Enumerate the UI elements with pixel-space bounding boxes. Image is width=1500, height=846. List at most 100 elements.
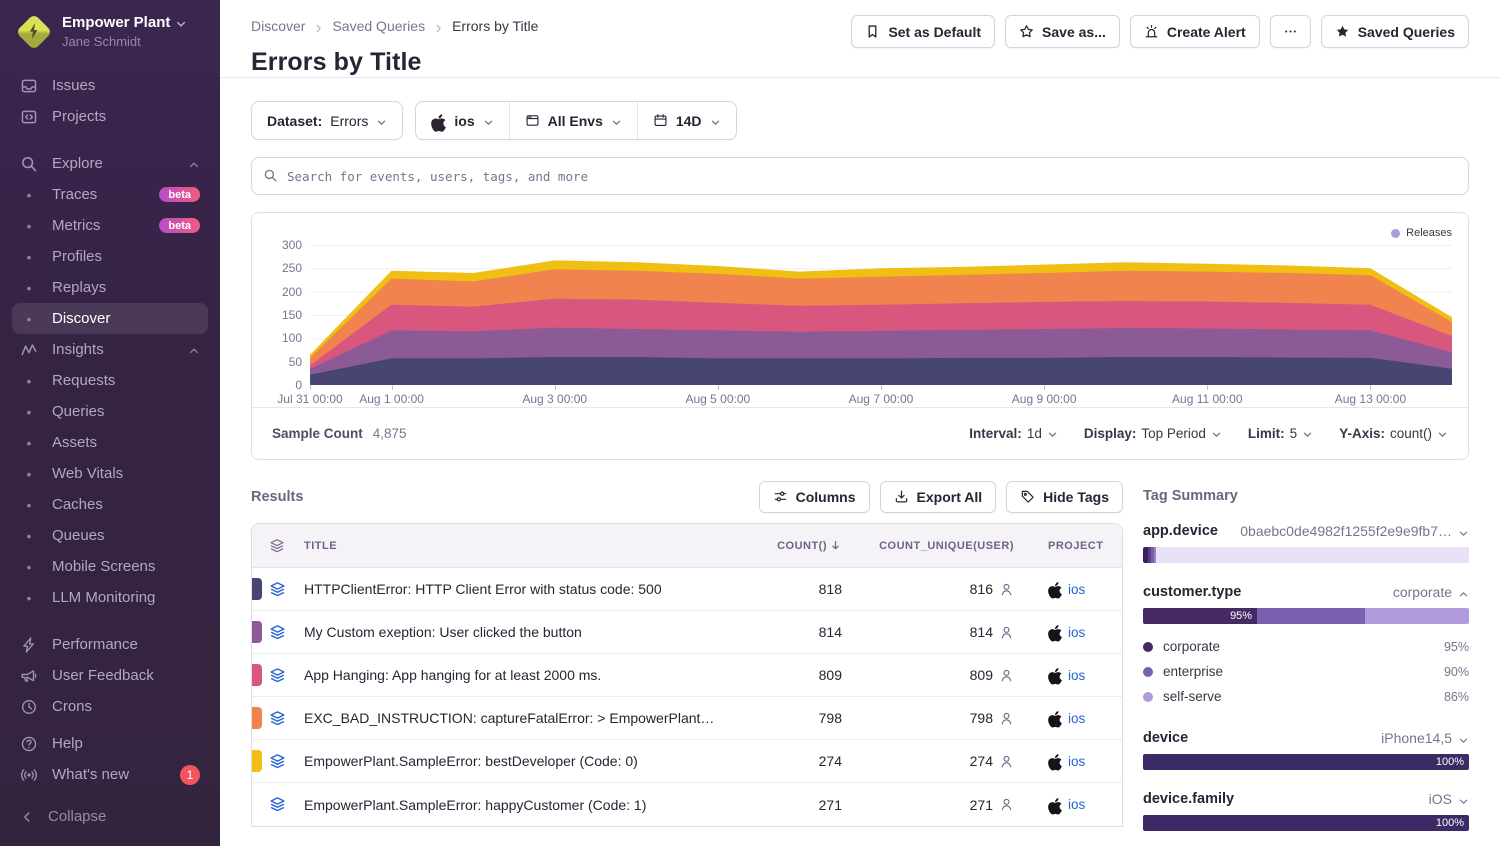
column-header-project[interactable]: PROJECT (1014, 540, 1122, 552)
sidebar-item-crons[interactable]: Crons (12, 691, 208, 722)
sidebar-item-insights[interactable]: Insights (12, 334, 208, 365)
sidebar-item-queries[interactable]: •Queries (12, 396, 208, 427)
project-link[interactable]: ios (1068, 797, 1085, 812)
sidebar-item-projects[interactable]: Projects (12, 101, 208, 132)
sidebar-item-replays[interactable]: •Replays (12, 272, 208, 303)
sidebar-item-label: Metrics (52, 217, 159, 234)
tag-section-header[interactable]: device.familyiOS (1143, 791, 1469, 807)
sidebar-item-queues[interactable]: •Queues (12, 520, 208, 551)
sidebar-item-assets[interactable]: •Assets (12, 427, 208, 458)
saved-queries-button[interactable]: Saved Queries (1321, 15, 1469, 48)
tag-section-header[interactable]: deviceiPhone14,5 (1143, 730, 1469, 746)
sidebar-item-web-vitals[interactable]: •Web Vitals (12, 458, 208, 489)
environment-filter-button[interactable]: All Envs (509, 102, 637, 139)
tag-distribution-bar[interactable]: 100% (1143, 815, 1469, 831)
sidebar-item-profiles[interactable]: •Profiles (12, 241, 208, 272)
sidebar-collapse-button[interactable]: Collapse (12, 801, 208, 832)
project-link[interactable]: ios (1068, 711, 1085, 726)
sidebar-nav: IssuesProjectsExplore•Tracesbeta•Metrics… (0, 66, 220, 793)
tag-legend-item[interactable]: enterprise90% (1143, 659, 1469, 684)
column-header-title[interactable]: TITLE (304, 540, 732, 552)
sidebar-item-what-s-new[interactable]: What's new1 (12, 759, 208, 790)
limit-dropdown[interactable]: Limit: 5 (1248, 426, 1313, 441)
releases-legend[interactable]: Releases (268, 225, 1452, 241)
date-range-filter-button[interactable]: 14D (637, 102, 736, 139)
sidebar-item-requests[interactable]: •Requests (12, 365, 208, 396)
sidebar-item-performance[interactable]: Performance (12, 629, 208, 660)
row-title[interactable]: EmpowerPlant.SampleError: happyCustomer … (304, 797, 732, 813)
set-as-default-button[interactable]: Set as Default (851, 15, 995, 48)
tag-section-header[interactable]: customer.typecorporate (1143, 584, 1469, 600)
window-icon (525, 113, 540, 128)
bullet-icon: • (20, 404, 38, 420)
breadcrumb-saved-queries[interactable]: Saved Queries (332, 18, 425, 34)
row-title[interactable]: HTTPClientError: HTTP Client Error with … (304, 581, 732, 597)
display-dropdown[interactable]: Display: Top Period (1084, 426, 1222, 441)
row-title[interactable]: EmpowerPlant.SampleError: bestDeveloper … (304, 753, 732, 769)
project-link[interactable]: ios (1068, 668, 1085, 683)
more-options-button[interactable] (1270, 15, 1311, 48)
project-link[interactable]: ios (1068, 754, 1085, 769)
count-unique-value: 274 (970, 753, 993, 769)
org-switcher[interactable]: Empower Plant Jane Schmidt (0, 0, 220, 66)
row-title[interactable]: My Custom exeption: User clicked the but… (304, 624, 732, 640)
project-filter-button[interactable]: ios (416, 102, 508, 139)
sidebar-item-discover[interactable]: •Discover (12, 303, 208, 334)
whats-new-icon (20, 766, 38, 784)
tag-legend-item[interactable]: corporate95% (1143, 634, 1469, 659)
table-row[interactable]: HTTPClientError: HTTP Client Error with … (252, 568, 1122, 611)
columns-icon (773, 489, 788, 504)
row-title[interactable]: EXC_BAD_INSTRUCTION: captureFatalError: … (304, 710, 732, 726)
table-row[interactable]: EmpowerPlant.SampleError: happyCustomer … (252, 783, 1122, 826)
tag-legend-item[interactable]: self-serve86% (1143, 684, 1469, 709)
hide-tags-label: Hide Tags (1043, 489, 1109, 505)
table-row[interactable]: EmpowerPlant.SampleError: bestDeveloper … (252, 740, 1122, 783)
columns-button[interactable]: Columns (759, 481, 870, 513)
sidebar-item-metrics[interactable]: •Metricsbeta (12, 210, 208, 241)
create-alert-button[interactable]: Create Alert (1130, 15, 1260, 48)
sidebar-item-issues[interactable]: Issues (12, 70, 208, 101)
hide-tags-button[interactable]: Hide Tags (1006, 481, 1123, 513)
tag-bar-segment (1156, 547, 1469, 563)
x-axis-tick (1044, 385, 1045, 390)
count-cell: 798 (819, 710, 842, 726)
project-link[interactable]: ios (1068, 582, 1085, 597)
table-row[interactable]: EXC_BAD_INSTRUCTION: captureFatalError: … (252, 697, 1122, 740)
sidebar-item-llm-monitoring[interactable]: •LLM Monitoring (12, 582, 208, 613)
table-row[interactable]: App Hanging: App hanging for at least 20… (252, 654, 1122, 697)
tag-name: device.family (1143, 791, 1234, 807)
y-axis-dropdown[interactable]: Y-Axis: count() (1339, 426, 1448, 441)
column-header-count-unique[interactable]: COUNT_UNIQUE(USER) (879, 540, 1014, 552)
app-root: Empower Plant Jane Schmidt IssuesProject… (0, 0, 1500, 846)
tag-summary-panel: Tag Summary app.device0baebc0de4982f1255… (1143, 480, 1469, 846)
table-row[interactable]: My Custom exeption: User clicked the but… (252, 611, 1122, 654)
sidebar-item-help[interactable]: Help (12, 728, 208, 759)
bullet-icon: • (20, 528, 38, 544)
sidebar-item-mobile-screens[interactable]: •Mobile Screens (12, 551, 208, 582)
dataset-filter-button[interactable]: Dataset: Errors (251, 101, 403, 140)
apple-icon (1048, 797, 1062, 813)
apple-icon (1048, 624, 1062, 640)
row-title[interactable]: App Hanging: App hanging for at least 20… (304, 667, 732, 683)
tag-distribution-bar[interactable]: 95% (1143, 608, 1469, 624)
count-cell: 274 (819, 753, 842, 769)
sidebar-item-caches[interactable]: •Caches (12, 489, 208, 520)
project-link[interactable]: ios (1068, 625, 1085, 640)
sidebar-item-user-feedback[interactable]: User Feedback (12, 660, 208, 691)
column-header-count[interactable]: COUNT() (777, 539, 842, 552)
crons-icon (20, 698, 38, 716)
tag-distribution-bar[interactable]: 100% (1143, 754, 1469, 770)
breadcrumb-discover[interactable]: Discover (251, 18, 305, 34)
sidebar-item-explore[interactable]: Explore (12, 148, 208, 179)
tag-section-header[interactable]: app.device0baebc0de4982f1255f2e9e9fb7… (1143, 523, 1469, 539)
interval-dropdown[interactable]: Interval: 1d (969, 426, 1058, 441)
sidebar-item-traces[interactable]: •Tracesbeta (12, 179, 208, 210)
search-input[interactable] (251, 157, 1469, 195)
export-all-button[interactable]: Export All (880, 481, 997, 513)
tag-distribution-bar[interactable] (1143, 547, 1469, 563)
x-axis-tick-label: Aug 9 00:00 (1012, 392, 1077, 406)
org-name[interactable]: Empower Plant (62, 14, 170, 32)
save-as-button[interactable]: Save as... (1005, 15, 1120, 48)
count-unique-cell: 271 (842, 797, 1014, 813)
performance-icon (20, 636, 38, 654)
